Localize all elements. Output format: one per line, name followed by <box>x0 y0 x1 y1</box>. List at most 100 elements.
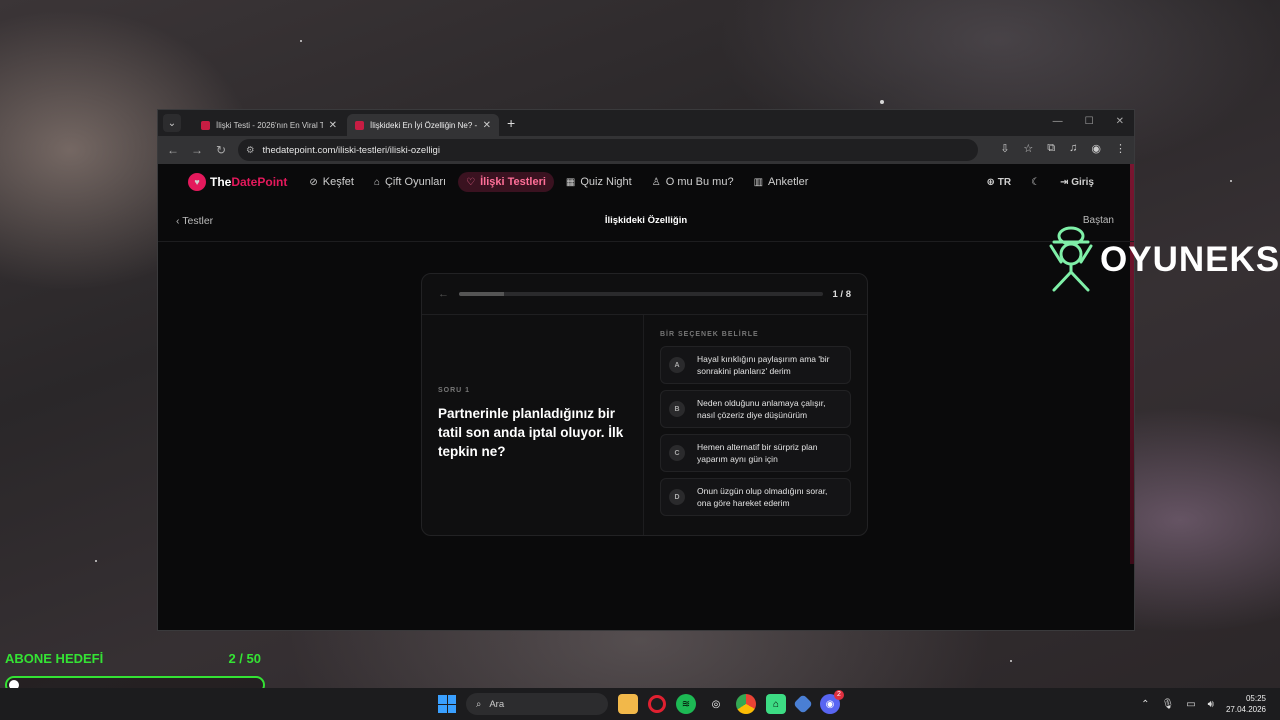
nav-o-mu-bu-mu[interactable]: ♙ O mu Bu mu? <box>652 176 734 188</box>
search-placeholder: Ara <box>489 698 505 710</box>
close-tab-icon[interactable]: ✕ <box>483 120 491 131</box>
nav-quiz-night[interactable]: ▦ Quiz Night <box>566 176 632 188</box>
option-b[interactable]: B Neden olduğunu anlamaya çalışır, nasıl… <box>660 390 851 428</box>
gamepad-icon: ⌂ <box>373 176 380 188</box>
option-text: Hayal kırıklığını paylaşırım ama 'bir so… <box>697 354 830 376</box>
site-info-icon[interactable]: ⚙ <box>246 145 255 156</box>
globe-icon: ⊕ <box>986 176 995 188</box>
url-text: thedatepoint.com/iliski-testleri/iliski-… <box>262 144 440 156</box>
obs-icon[interactable]: ◎ <box>706 694 726 714</box>
page-title: İlişkideki Özelliğin <box>604 215 688 226</box>
bookmark-star-icon[interactable]: ☆ <box>1023 142 1033 155</box>
nav-label: İlişki Testleri <box>480 176 546 188</box>
site-logo[interactable]: ♥ The DatePoint <box>188 173 287 191</box>
tab-title: İlişkideki En İyi Özelliğin Ne? - I <box>370 120 477 130</box>
forward-arrow-icon[interactable]: → <box>190 143 204 157</box>
options-pane: BİR SEÇENEK BELİRLE A Hayal kırıklığını … <box>644 315 867 535</box>
logo-date: DatePoint <box>231 175 288 189</box>
star <box>1010 660 1012 662</box>
maximize-icon[interactable]: ☐ <box>1085 116 1094 127</box>
taskbar-center: ⌕ Ara ≋ ◎ ⌂ ◉ 2 <box>438 688 844 720</box>
goal-count: 2 / 50 <box>228 651 261 666</box>
close-window-icon[interactable]: ✕ <box>1116 116 1124 127</box>
option-letter: D <box>669 489 685 505</box>
restart-button[interactable]: Baştan <box>1083 215 1114 226</box>
discord-badge: 2 <box>834 690 844 700</box>
option-d[interactable]: D Onun üzgün olup olmadığını sorar, ona … <box>660 478 851 516</box>
windows-start-icon[interactable] <box>438 695 456 713</box>
goal-row: ABONE HEDEFİ 2 / 50 <box>5 651 265 666</box>
browser-tab[interactable]: İlişki Testi - 2026'nın En Viral Te ✕ <box>193 114 345 136</box>
search-icon: ⌕ <box>476 698 482 710</box>
app-icon[interactable] <box>793 694 813 714</box>
address-bar[interactable]: ⚙ thedatepoint.com/iliski-testleri/ilisk… <box>238 139 978 161</box>
back-arrow-icon[interactable]: ← <box>166 143 180 157</box>
nav-iliski-testleri[interactable]: ♡ İlişki Testleri <box>458 172 554 192</box>
question-pane: SORU 1 Partnerinle planladığınız bir tat… <box>422 315 644 535</box>
previous-question-icon[interactable]: ← <box>438 288 449 300</box>
chevron-up-icon[interactable]: ⌃ <box>1141 699 1149 710</box>
quiz-card: ← 1 / 8 SORU 1 Partnerinle planladığınız… <box>421 273 868 536</box>
site-viewport: ♥ The DatePoint ⊘ Keşfet ⌂ Çift Oyunları … <box>158 164 1134 630</box>
nav-label: Anketler <box>768 176 809 188</box>
tab-search-icon[interactable]: ⌄ <box>163 114 181 132</box>
quiz-header: ‹ Testler İlişkideki Özelliğin Baştan <box>158 200 1134 242</box>
oyuneks-text: OYUNEKS <box>1100 240 1280 279</box>
install-icon[interactable]: ⇩ <box>1000 142 1009 155</box>
heart-logo-icon: ♥ <box>188 173 206 191</box>
spotify-icon[interactable]: ≋ <box>676 694 696 714</box>
dark-mode-icon[interactable]: ☾ <box>1031 177 1040 188</box>
opera-icon[interactable] <box>648 695 666 713</box>
nav-cift-oyunlari[interactable]: ⌂ Çift Oyunları <box>374 176 446 188</box>
display-icon[interactable]: ▭ <box>1186 699 1195 710</box>
login-button[interactable]: ⇥ Giriş <box>1060 177 1094 188</box>
new-tab-icon[interactable]: + <box>507 115 515 131</box>
nav-label: Çift Oyunları <box>384 176 447 188</box>
compass-icon: ⊘ <box>309 176 318 188</box>
clock-time: 05:25 <box>1245 694 1266 703</box>
goal-label: ABONE HEDEFİ <box>5 651 104 666</box>
nav-label: O mu Bu mu? <box>665 176 734 188</box>
browser-window: ⌄ İlişki Testi - 2026'nın En Viral Te ✕ … <box>157 109 1135 631</box>
language-selector[interactable]: ⊕ TR <box>987 177 1012 188</box>
close-tab-icon[interactable]: ✕ <box>329 120 337 131</box>
media-icon[interactable]: ♫ <box>1069 142 1077 155</box>
language-code: TR <box>997 176 1012 188</box>
option-letter: B <box>669 401 685 417</box>
file-explorer-icon[interactable] <box>618 694 638 714</box>
back-to-tests-link[interactable]: ‹ Testler <box>176 215 213 227</box>
clock-date: 27.04.2026 <box>1225 705 1266 714</box>
minimize-icon[interactable]: — <box>1053 116 1063 127</box>
reload-icon[interactable]: ↻ <box>214 143 228 157</box>
option-letter: A <box>669 357 685 373</box>
option-a[interactable]: A Hayal kırıklığını paylaşırım ama 'bir … <box>660 346 851 384</box>
chrome-icon[interactable] <box>736 694 756 714</box>
option-text: Onun üzgün olup olmadığını sorar, ona gö… <box>697 486 828 508</box>
progress-fill <box>459 292 505 296</box>
nav-kesfet[interactable]: ⊘ Keşfet <box>309 176 354 188</box>
option-text: Neden olduğunu anlamaya çalışır, nasıl ç… <box>697 398 826 420</box>
options-label: BİR SEÇENEK BELİRLE <box>660 331 759 338</box>
star <box>880 100 884 104</box>
question-text: Partnerinle planladığınız bir tatil son … <box>438 406 624 459</box>
microphone-icon[interactable]: 🎙︎ <box>1161 699 1174 710</box>
clock[interactable]: 05:25 27.04.2026 <box>1226 693 1266 715</box>
profile-icon[interactable]: ◉ <box>1091 142 1101 155</box>
tab-strip: ⌄ İlişki Testi - 2026'nın En Viral Te ✕ … <box>158 110 1134 136</box>
volume-icon[interactable]: 🔊︎ <box>1208 699 1214 710</box>
android-icon[interactable]: ⌂ <box>766 694 786 714</box>
back-label: Testler <box>182 214 214 227</box>
window-controls: — ☐ ✕ <box>1053 116 1124 127</box>
nav-anketler[interactable]: ▥ Anketler <box>754 176 809 188</box>
taskbar-search[interactable]: ⌕ Ara <box>466 693 608 715</box>
nav-label: Keşfet <box>322 176 354 188</box>
extensions-icon[interactable]: ⧉ <box>1047 142 1055 155</box>
browser-tab-active[interactable]: İlişkideki En İyi Özelliğin Ne? - I ✕ <box>347 114 499 136</box>
star <box>1230 180 1232 182</box>
system-tray: ⌃ 🎙︎ ▭ 🔊︎ 05:25 27.04.2026 <box>1141 688 1266 720</box>
heart-icon: ♡ <box>466 176 476 188</box>
option-c[interactable]: C Hemen alternatif bir sürpriz plan yapa… <box>660 434 851 472</box>
grid-icon: ▦ <box>565 176 576 188</box>
menu-kebab-icon[interactable]: ⋮ <box>1115 142 1126 155</box>
discord-icon[interactable]: ◉ 2 <box>820 690 844 714</box>
